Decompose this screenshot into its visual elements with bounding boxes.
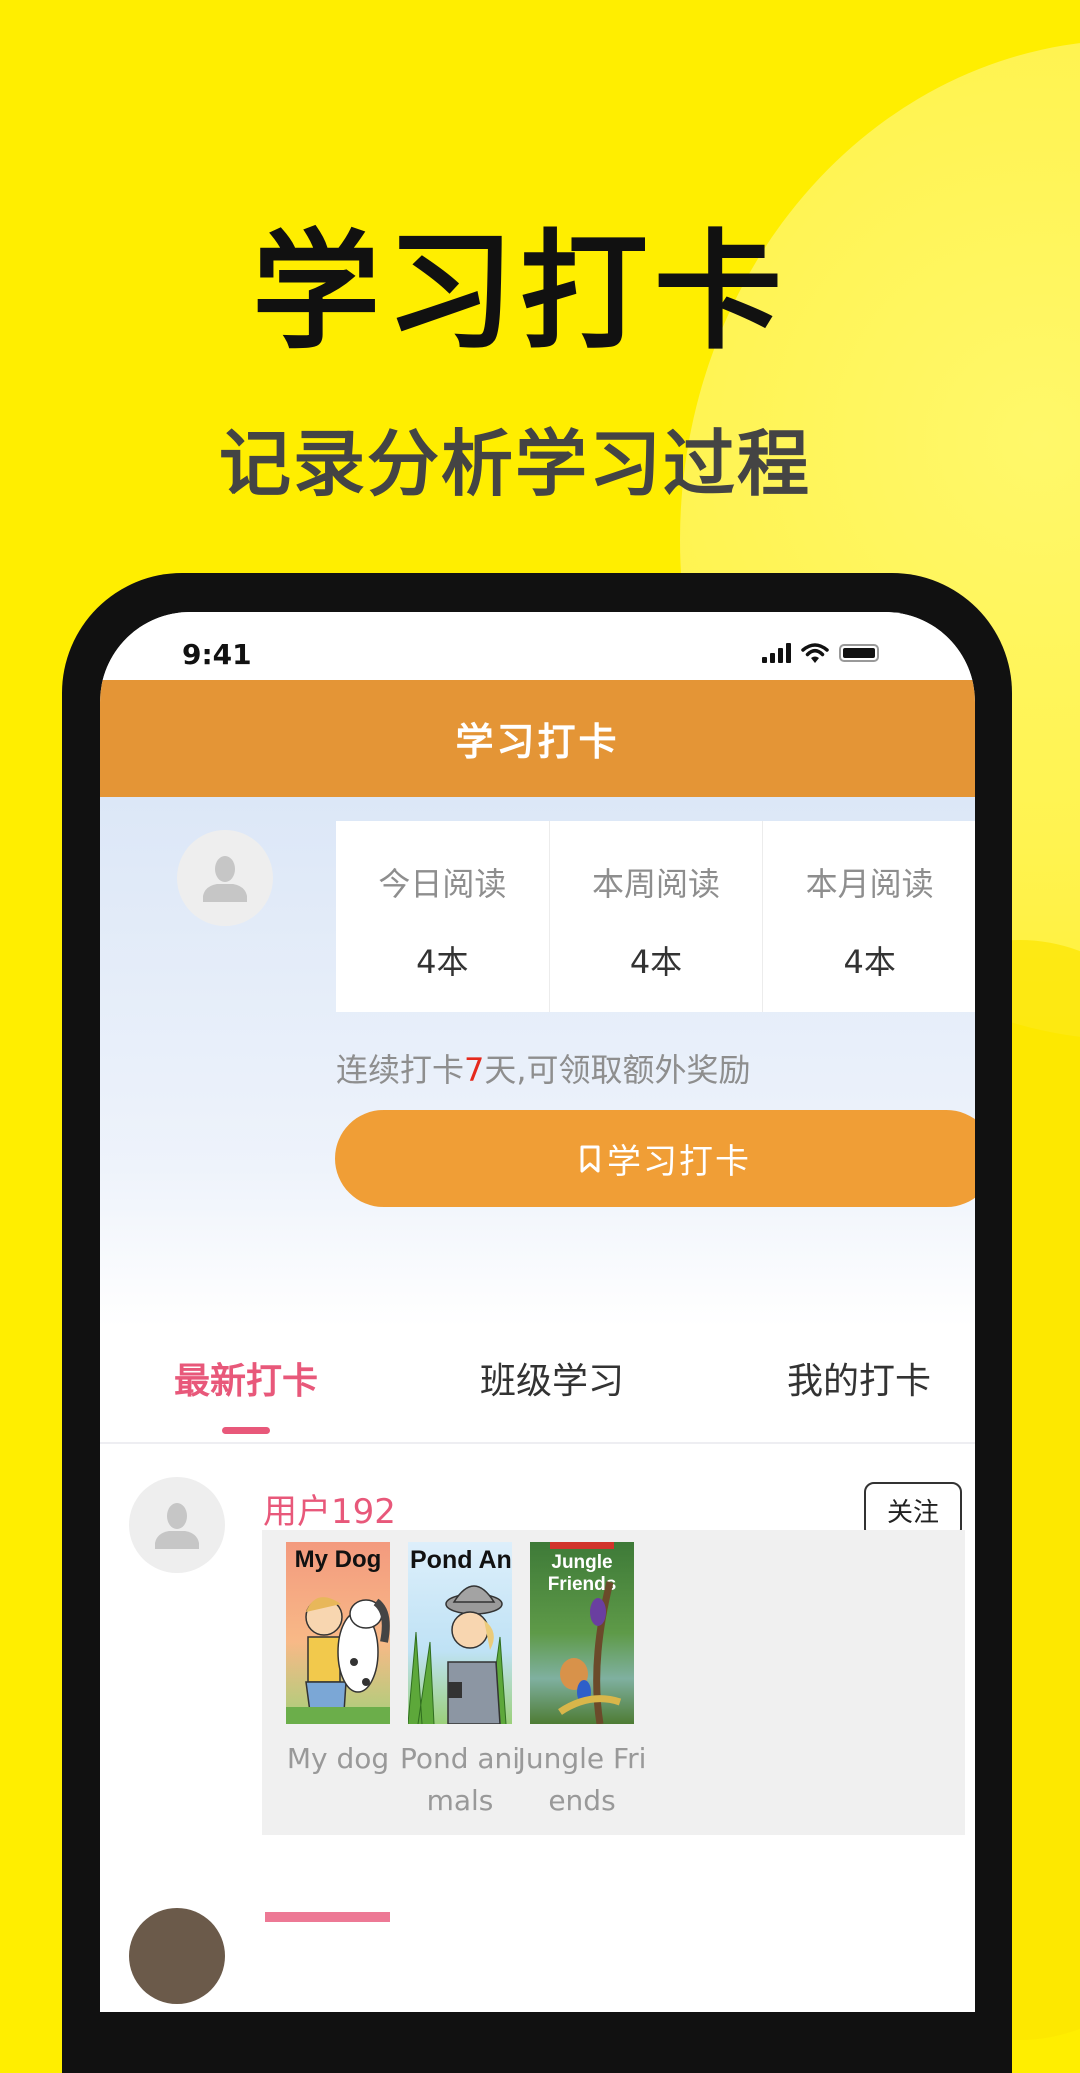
stat-value: 4本 [629,943,683,981]
person-icon [203,856,247,902]
book-cover: Jungle Friends [530,1542,634,1724]
status-bar: 9:41 [100,612,975,680]
stat-month: 本月阅读 4本 [763,821,975,1012]
stat-label: 今日阅读 [378,865,507,903]
promo-subtitle: 记录分析学习过程 [218,422,811,506]
wifi-icon [801,643,829,663]
cellular-signal-icon [762,643,791,663]
checkin-button-label: 学习打卡 [607,1142,751,1182]
post-item: 用户192 2天前 关注 我来打卡了 My Dog [100,1444,975,1876]
stat-value: 4本 [843,943,896,981]
book-cover: My Dog [286,1542,390,1724]
reading-stats-card: 今日阅读 4本 本周阅读 4本 本月阅读 4本 [336,821,975,1012]
book-item[interactable]: Jungle Friends Jungle Friends [518,1542,646,1822]
post-avatar[interactable] [129,1477,225,1573]
app-header: 学习打卡 [100,680,975,797]
streak-days: 7 [464,1051,485,1089]
checkin-button[interactable]: 学习打卡 [335,1110,975,1207]
cover-illustration [286,1597,390,1724]
book-title: Jungle Friends [517,1742,647,1817]
book-title: My dog [286,1742,390,1775]
tab-class-study[interactable]: 班级学习 [480,1352,624,1404]
header-title: 学习打卡 [455,720,620,764]
streak-prefix: 连续打卡 [336,1051,465,1089]
streak-message: 连续打卡7天,可领取额外奖励 [336,1045,751,1091]
battery-icon [839,644,879,662]
user-avatar[interactable] [177,830,273,926]
status-icons [762,642,879,664]
cover-illustration [558,1581,622,1724]
post-avatar[interactable] [129,1908,225,2004]
book-item[interactable]: My Dog My dog [286,1542,390,1780]
status-time: 9:41 [182,638,252,671]
phone-screen: 9:41 学习打卡 今日阅读 4本 本周阅读 4本 本月阅读 4本 连续打卡7天… [100,612,975,2012]
stat-label: 本月阅读 [805,865,934,903]
post-username-partial[interactable] [265,1912,390,1922]
stat-value: 4本 [416,943,469,981]
tab-latest-checkins[interactable]: 最新打卡 [174,1352,318,1404]
feed-tabs: 最新打卡 班级学习 我的打卡 [100,1327,975,1444]
tab-my-checkins[interactable]: 我的打卡 [787,1352,931,1404]
person-icon [155,1503,199,1549]
cover-illustration [408,1585,507,1724]
stats-section: 今日阅读 4本 本周阅读 4本 本月阅读 4本 连续打卡7天,可领取额外奖励 学… [100,797,975,1327]
promo-title: 学习打卡 [251,218,788,367]
book-item[interactable]: Pond Ani Pond animals [400,1542,520,1822]
book-list: My Dog My dog Pond Ani Pond animals Jung… [262,1530,965,1835]
bookmark-icon [580,1145,600,1172]
stat-today: 今日阅读 4本 [336,821,550,1012]
post-item-next [100,1874,975,2012]
stat-label: 本周阅读 [592,865,721,903]
active-tab-indicator [222,1427,270,1434]
stat-week: 本周阅读 4本 [550,821,764,1012]
post-username[interactable]: 用户192 [263,1484,396,1533]
streak-suffix: 天,可领取额外奖励 [484,1051,751,1089]
book-cover: Pond Ani [408,1542,512,1724]
book-title: Pond animals [399,1742,521,1817]
